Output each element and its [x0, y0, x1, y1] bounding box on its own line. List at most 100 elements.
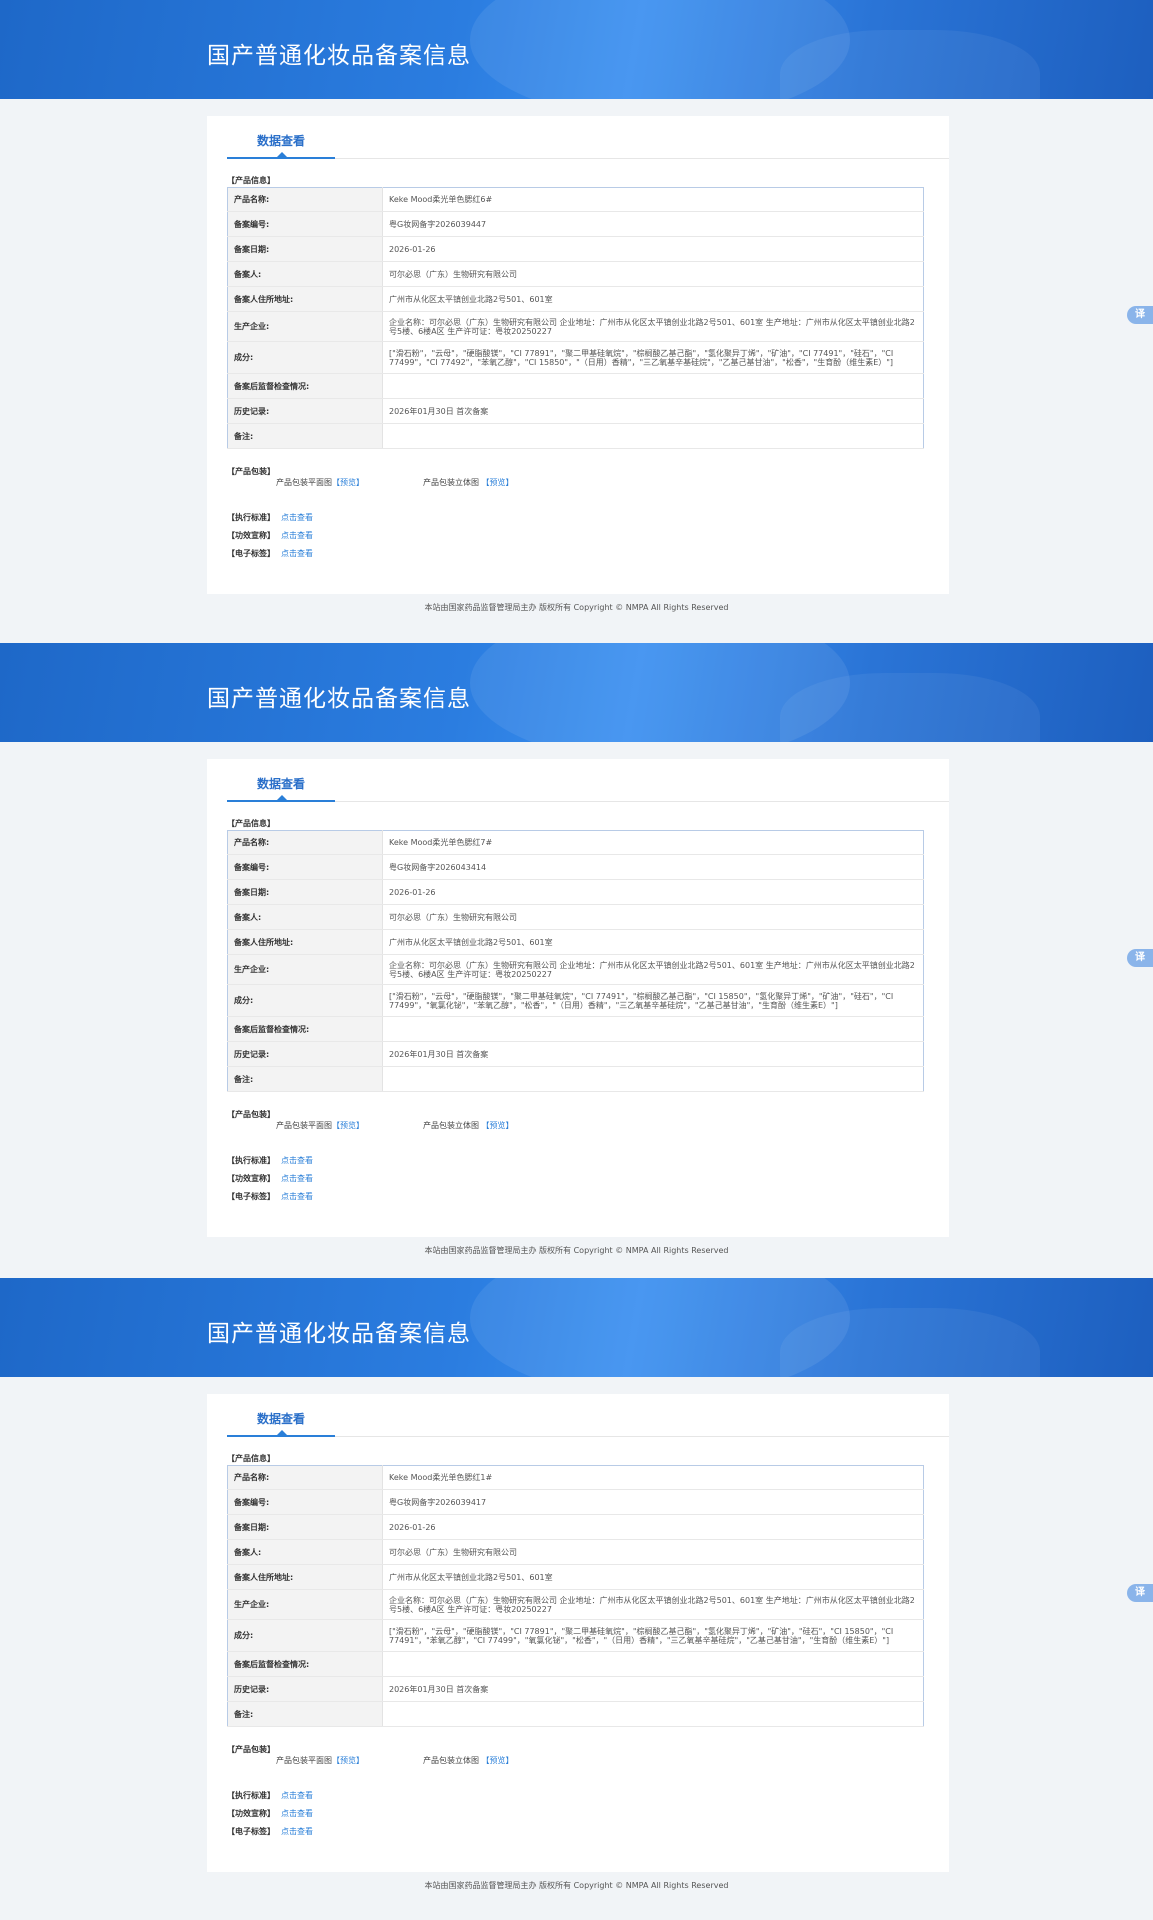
tab-active-indicator: [227, 800, 335, 802]
field-value: ["滑石粉"，"云母"，"硬脂酸镁"，"聚二甲基硅氧烷"，"CI 77491"，…: [382, 984, 924, 1017]
detail-card: 数据查看 【产品信息】 产品名称: Keke Mood柔光单色腮红1# 备案编号: 粤…: [207, 1394, 949, 1872]
tab-active-indicator: [227, 157, 335, 159]
field-value: 可尔必思（广东）生物研究有限公司: [382, 904, 924, 930]
field-value: [382, 1701, 924, 1727]
detail-card: 数据查看 【产品信息】 产品名称: Keke Mood柔光单色腮红7# 备案编号: 粤…: [207, 759, 949, 1237]
tab-divider: [227, 158, 949, 159]
standard-row: 【执行标准】 点击查看: [227, 512, 313, 523]
field-key: 生产企业:: [227, 311, 383, 342]
table-row: 备案人: 可尔必思（广东）生物研究有限公司: [227, 1539, 924, 1565]
field-key: 备案人:: [227, 261, 383, 287]
caret-up-icon: [277, 1430, 287, 1435]
field-key: 成分:: [227, 1619, 383, 1652]
efficacy-view-link[interactable]: 点击查看: [281, 531, 313, 540]
e-label-view-link[interactable]: 点击查看: [281, 549, 313, 558]
translate-side-button[interactable]: 译: [1127, 306, 1153, 324]
field-value: 企业名称：可尔必思（广东）生物研究有限公司 企业地址：广州市从化区太平镇创业北路…: [382, 954, 924, 985]
field-value: [382, 423, 924, 449]
e-label-view-link[interactable]: 点击查看: [281, 1827, 313, 1836]
field-value: 粤G妆网备字2026043414: [382, 854, 924, 880]
caret-up-icon: [277, 795, 287, 800]
e-label-row: 【电子标签】 点击查看: [227, 1191, 313, 1202]
package-3d-preview-link[interactable]: 【预览】: [482, 1756, 514, 1765]
package-3d-label: 产品包装立体图: [423, 1121, 479, 1130]
field-value: 企业名称：可尔必思（广东）生物研究有限公司 企业地址：广州市从化区太平镇创业北路…: [382, 311, 924, 342]
field-value: 2026-01-26: [382, 236, 924, 262]
standard-label: 【执行标准】: [227, 1156, 275, 1165]
field-value: Keke Mood柔光单色腮红1#: [382, 1465, 924, 1490]
field-key: 备案人:: [227, 904, 383, 930]
footer-copyright: 本站由国家药品监督管理局主办 版权所有 Copyright © NMPA All…: [424, 1246, 729, 1255]
standard-view-link[interactable]: 点击查看: [281, 1156, 313, 1165]
e-label-view-link[interactable]: 点击查看: [281, 1192, 313, 1201]
field-key: 历史记录:: [227, 1676, 383, 1702]
table-row: 成分: ["滑石粉"，"云母"，"硬脂酸镁"，"CI 77891"，"聚二甲基硅氧…: [227, 1619, 924, 1652]
table-row: 产品名称: Keke Mood柔光单色腮红1#: [227, 1465, 924, 1490]
page-banner: 国产普通化妆品备案信息: [0, 0, 1153, 99]
field-key: 产品名称:: [227, 187, 383, 212]
field-key: 备案后监督检查情况:: [227, 1651, 383, 1677]
field-value: [382, 1651, 924, 1677]
package-3d-preview-link[interactable]: 【预览】: [482, 478, 514, 487]
table-row: 备案人: 可尔必思（广东）生物研究有限公司: [227, 904, 924, 930]
table-row: 备案编号: 粤G妆网备字2026039447: [227, 211, 924, 237]
field-value: 广州市从化区太平镇创业北路2号501、601室: [382, 929, 924, 955]
table-row: 历史记录: 2026年01月30日 首次备案: [227, 1041, 924, 1067]
standard-label: 【执行标准】: [227, 513, 275, 522]
table-row: 备注:: [227, 1066, 924, 1092]
product-info-table: 产品名称: Keke Mood柔光单色腮红6# 备案编号: 粤G妆网备字2026039…: [227, 187, 924, 449]
page-banner: 国产普通化妆品备案信息: [0, 1278, 1153, 1377]
field-key: 备案日期:: [227, 1514, 383, 1540]
field-key: 备案后监督检查情况:: [227, 373, 383, 399]
package-flat-preview-link[interactable]: 【预览】: [332, 1121, 364, 1130]
package-flat-preview-link[interactable]: 【预览】: [332, 1756, 364, 1765]
package-flat-item: 产品包装平面图【预览】: [276, 1120, 364, 1131]
table-row: 备案后监督检查情况:: [227, 1651, 924, 1677]
package-heading: 【产品包装】: [227, 1745, 275, 1754]
field-key: 成分:: [227, 984, 383, 1017]
page-title: 国产普通化妆品备案信息: [207, 43, 471, 69]
page-title: 国产普通化妆品备案信息: [207, 1321, 471, 1347]
page-banner: 国产普通化妆品备案信息: [0, 643, 1153, 742]
table-row: 备案日期: 2026-01-26: [227, 236, 924, 262]
detail-card: 数据查看 【产品信息】 产品名称: Keke Mood柔光单色腮红6# 备案编号: 粤…: [207, 116, 949, 594]
field-value: [382, 1066, 924, 1092]
package-3d-label: 产品包装立体图: [423, 478, 479, 487]
table-row: 产品名称: Keke Mood柔光单色腮红7#: [227, 830, 924, 855]
field-value: 2026-01-26: [382, 1514, 924, 1540]
package-3d-item: 产品包装立体图 【预览】: [423, 477, 514, 488]
translate-side-button[interactable]: 译: [1127, 1584, 1153, 1602]
field-key: 备注:: [227, 1066, 383, 1092]
efficacy-view-link[interactable]: 点击查看: [281, 1174, 313, 1183]
field-key: 备注:: [227, 423, 383, 449]
package-heading: 【产品包装】: [227, 1110, 275, 1119]
standard-view-link[interactable]: 点击查看: [281, 513, 313, 522]
efficacy-view-link[interactable]: 点击查看: [281, 1809, 313, 1818]
standard-row: 【执行标准】 点击查看: [227, 1155, 313, 1166]
table-row: 历史记录: 2026年01月30日 首次备案: [227, 1676, 924, 1702]
record-section: 国产普通化妆品备案信息 数据查看 【产品信息】 产品名称: Keke Mood柔光…: [0, 1278, 1153, 1918]
field-value: 2026年01月30日 首次备案: [382, 1041, 924, 1067]
field-key: 备案日期:: [227, 236, 383, 262]
table-row: 生产企业: 企业名称：可尔必思（广东）生物研究有限公司 企业地址：广州市从化区太平…: [227, 311, 924, 342]
package-3d-preview-link[interactable]: 【预览】: [482, 1121, 514, 1130]
package-3d-label: 产品包装立体图: [423, 1756, 479, 1765]
footer-copyright: 本站由国家药品监督管理局主办 版权所有 Copyright © NMPA All…: [424, 1881, 729, 1890]
table-row: 备案人住所地址: 广州市从化区太平镇创业北路2号501、601室: [227, 286, 924, 312]
field-value: ["滑石粉"，"云母"，"硬脂酸镁"，"CI 77891"，"聚二甲基硅氧烷"，…: [382, 1619, 924, 1652]
product-info-heading: 【产品信息】: [227, 819, 275, 828]
e-label-row: 【电子标签】 点击查看: [227, 548, 313, 559]
standard-view-link[interactable]: 点击查看: [281, 1791, 313, 1800]
field-value: 企业名称：可尔必思（广东）生物研究有限公司 企业地址：广州市从化区太平镇创业北路…: [382, 1589, 924, 1620]
field-key: 备案编号:: [227, 854, 383, 880]
package-flat-item: 产品包装平面图【预览】: [276, 1755, 364, 1766]
table-row: 备案人: 可尔必思（广东）生物研究有限公司: [227, 261, 924, 287]
translate-side-button[interactable]: 译: [1127, 949, 1153, 967]
package-heading: 【产品包装】: [227, 467, 275, 476]
field-key: 备案编号:: [227, 211, 383, 237]
table-row: 备案人住所地址: 广州市从化区太平镇创业北路2号501、601室: [227, 1564, 924, 1590]
field-key: 生产企业:: [227, 1589, 383, 1620]
efficacy-label: 【功效宣称】: [227, 1809, 275, 1818]
package-flat-preview-link[interactable]: 【预览】: [332, 478, 364, 487]
field-value: 2026年01月30日 首次备案: [382, 398, 924, 424]
